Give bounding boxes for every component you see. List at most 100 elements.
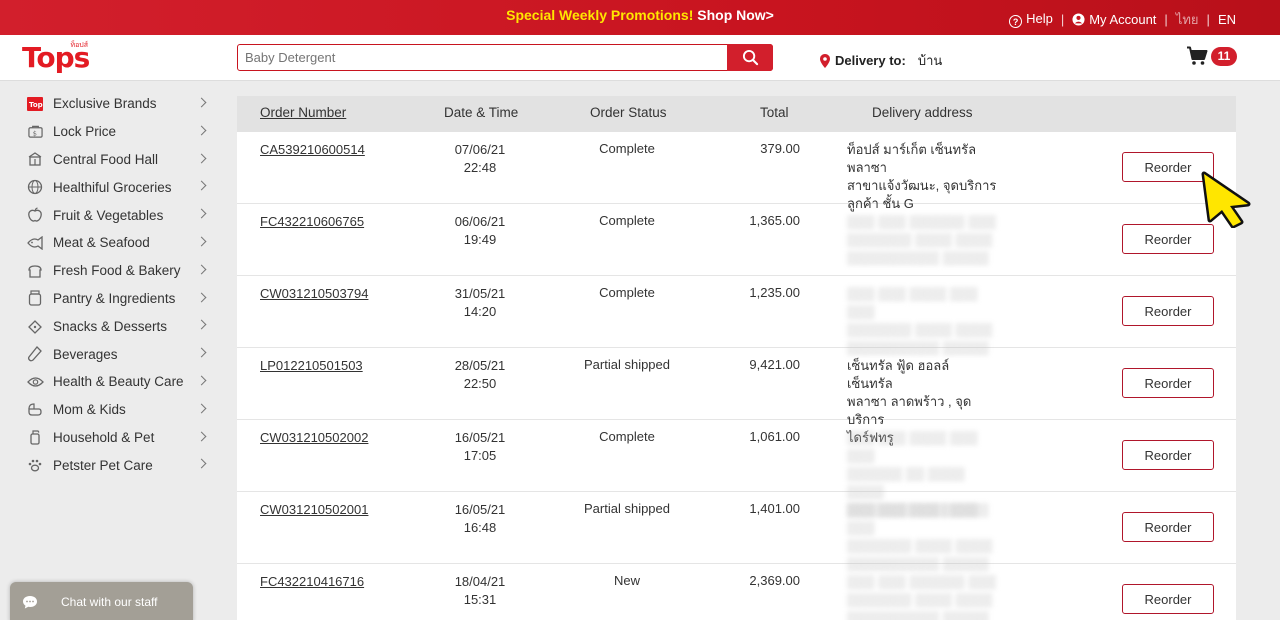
sidebar-item-meat-seafood[interactable]: Meat & Seafood (26, 229, 211, 257)
sidebar-item-label: Central Food Hall (53, 151, 159, 167)
order-status: Complete (599, 429, 655, 444)
jar-icon (26, 290, 44, 307)
my-account-link[interactable]: My Account (1072, 12, 1156, 27)
sidebar-item-lock-price[interactable]: $ Lock Price (26, 118, 211, 146)
top-links: ? Help | My Account | ไทย | EN (1009, 9, 1236, 30)
reorder-button[interactable]: Reorder (1122, 584, 1214, 614)
chevron-right-icon (196, 180, 207, 191)
column-header-order-status: Order Status (590, 105, 667, 120)
cart-button[interactable]: 11 (1186, 46, 1237, 66)
chevron-right-icon (196, 125, 207, 136)
table-row: LP012210501503 28/05/21 22:50 Partial shi… (237, 348, 1236, 445)
cart-icon (1187, 46, 1208, 65)
column-header-total: Total (760, 105, 789, 120)
order-datetime: 16/05/21 16:48 (437, 501, 523, 537)
order-total: 379.00 (760, 141, 800, 156)
column-header-date-time: Date & Time (444, 105, 519, 120)
sidebar-item-fruit-vegetables[interactable]: Fruit & Vegetables (26, 201, 211, 229)
order-date: 28/05/21 (454, 358, 506, 373)
lock-icon: $ (26, 124, 44, 140)
eye-icon (26, 374, 44, 390)
delivery-selector[interactable]: Delivery to: บ้าน (820, 50, 942, 71)
lang-thai-link[interactable]: ไทย (1176, 9, 1199, 30)
order-date: 18/04/21 (454, 574, 506, 589)
order-number-link[interactable]: CW031210502002 (260, 430, 368, 445)
sidebar-item-exclusive-brands[interactable]: Tops Exclusive Brands (26, 90, 211, 118)
sidebar-item-health-beauty[interactable]: Health & Beauty Care (26, 368, 211, 396)
sidebar-item-central-food-hall[interactable]: Central Food Hall (26, 146, 211, 174)
order-time: 22:50 (463, 376, 497, 391)
order-datetime: 18/04/21 15:31 (437, 573, 523, 609)
shop-now-link[interactable]: Shop Now> (697, 7, 774, 23)
order-date: 07/06/21 (454, 142, 506, 157)
sidebar-item-beverages[interactable]: Beverages (26, 340, 211, 368)
sidebar-item-mom-kids[interactable]: Mom & Kids (26, 396, 211, 424)
sidebar-item-label: Beverages (53, 346, 118, 362)
order-date: 06/06/21 (454, 214, 506, 229)
bread-icon (26, 263, 44, 279)
chevron-right-icon (196, 431, 207, 442)
order-number-link[interactable]: CA539210600514 (260, 142, 365, 157)
sidebar-item-household-pet[interactable]: Household & Pet (26, 424, 211, 452)
sidebar-item-healthiful-groceries[interactable]: Healthiful Groceries (26, 173, 211, 201)
sidebar-item-fresh-food-bakery[interactable]: Fresh Food & Bakery (26, 257, 211, 285)
baby-icon (26, 402, 44, 418)
order-number-link[interactable]: CW031210503794 (260, 286, 368, 301)
sidebar-item-label: Lock Price (53, 124, 117, 140)
help-link[interactable]: ? Help (1009, 11, 1053, 29)
order-status: New (613, 573, 640, 588)
table-row: FC432210416716 18/04/21 15:31 New 2,369.0… (237, 564, 1236, 620)
order-total: 9,421.00 (749, 357, 800, 372)
order-time: 14:20 (463, 304, 497, 319)
sidebar-item-snacks-desserts[interactable]: Snacks & Desserts (26, 312, 211, 340)
location-pin-icon (820, 53, 830, 68)
address-line: ท็อปส์ มาร์เก็ต เซ็นทรัลพลาซา (847, 142, 977, 175)
order-datetime: 31/05/21 14:20 (437, 285, 523, 321)
order-status: Complete (599, 285, 655, 300)
sidebar-item-label: Exclusive Brands (53, 96, 157, 112)
mouse-cursor-icon (1201, 171, 1251, 228)
reorder-button[interactable]: Reorder (1122, 512, 1214, 542)
top-promo-bar: Special Weekly Promotions! Shop Now> ? He… (0, 0, 1280, 35)
sidebar-item-label: Health & Beauty Care (53, 374, 184, 390)
sidebar-item-label: Meat & Seafood (53, 235, 150, 251)
bottle-icon (26, 346, 44, 362)
search-input[interactable] (238, 45, 718, 69)
food-hall-icon (26, 151, 44, 167)
sidebar-item-label: Household & Pet (53, 429, 155, 445)
table-row: FC432210606765 06/06/21 19:49 Complete 1,… (237, 204, 1236, 276)
order-datetime: 07/06/21 22:48 (437, 141, 523, 177)
reorder-button[interactable]: Reorder (1122, 296, 1214, 326)
delivery-address-blurred: ▒▒▒ ▒▒▒ ▒▒▒▒ ▒▒▒ ▒▒▒ ▒▒▒▒▒▒▒ ▒▒▒▒ ▒▒▒▒ ▒▒▒… (847, 286, 993, 355)
order-number-link[interactable]: FC432210606765 (260, 214, 364, 229)
table-row: CW031210503794 31/05/21 14:20 Complete 1,… (237, 276, 1236, 355)
svg-text:Tops: Tops (29, 101, 43, 109)
tops-logo[interactable]: Tops ท็อปส์ (22, 40, 90, 76)
order-number-link[interactable]: LP012210501503 (260, 358, 363, 373)
order-datetime: 28/05/21 22:50 (437, 357, 523, 393)
svg-text:$: $ (32, 129, 36, 137)
sidebar-item-pantry-ingredients[interactable]: Pantry & Ingredients (26, 285, 211, 313)
order-status: Partial shipped (584, 501, 670, 516)
search-button[interactable] (727, 43, 773, 71)
order-total: 1,401.00 (749, 501, 800, 516)
table-row: CW031210502001 16/05/21 16:48 Partial shi… (237, 492, 1236, 571)
order-number-link[interactable]: CW031210502001 (260, 502, 368, 517)
column-header-order-number[interactable]: Order Number (260, 105, 346, 120)
reorder-button[interactable]: Reorder (1122, 368, 1214, 398)
chevron-right-icon (196, 319, 207, 330)
apple-icon (26, 207, 44, 223)
address-line: เซ็นทรัล ฟู้ด ฮอลล์ เซ็นทรัล (847, 358, 950, 391)
help-icon: ? (1009, 15, 1023, 29)
reorder-button[interactable]: Reorder (1122, 224, 1214, 254)
order-total: 1,235.00 (749, 285, 800, 300)
reorder-button[interactable]: Reorder (1122, 440, 1214, 470)
lang-en-link[interactable]: EN (1218, 12, 1236, 27)
order-number-link[interactable]: FC432210416716 (260, 574, 364, 589)
separator: | (1206, 12, 1210, 27)
chevron-right-icon (196, 458, 207, 469)
chat-widget-button[interactable]: Chat with our staff (10, 582, 193, 620)
spray-icon (26, 429, 44, 446)
sidebar-item-petster-pet-care[interactable]: Petster Pet Care (26, 451, 211, 479)
order-total: 2,369.00 (749, 573, 800, 588)
